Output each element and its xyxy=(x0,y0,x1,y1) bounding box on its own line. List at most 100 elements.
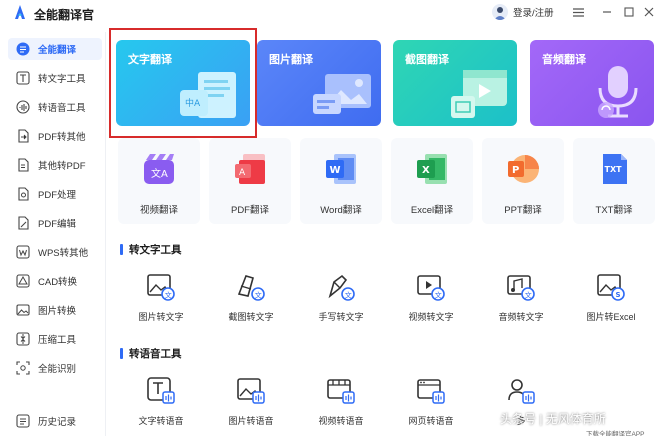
card-image-translate[interactable]: 图片翻译 xyxy=(257,40,381,126)
app-logo-icon xyxy=(15,5,25,19)
cad-icon xyxy=(16,274,30,288)
app-title: 全能翻译官 xyxy=(34,8,95,22)
tool-screenshot-to-text[interactable]: 文 截图转文字 xyxy=(210,272,290,332)
ppt-file-icon: P xyxy=(508,155,539,183)
svg-text:文: 文 xyxy=(435,291,442,300)
tool-label: 文字转语音 xyxy=(138,416,184,426)
login-area[interactable]: 登录/注册 xyxy=(492,4,554,20)
pdf-edit-icon xyxy=(16,216,30,230)
login-link[interactable]: 登录/注册 xyxy=(513,5,554,19)
sidebar-item-pdf-convert[interactable]: PDF转其他 xyxy=(8,125,102,147)
tile-ppt-translate[interactable]: P PPT翻译 xyxy=(482,138,564,224)
tool-handwriting-to-text[interactable]: 文 手写转文字 xyxy=(300,272,380,332)
card-label: 图片翻译 xyxy=(269,54,313,66)
sidebar-item-label: 转语音工具 xyxy=(38,103,86,114)
tile-excel-translate[interactable]: X Excel翻译 xyxy=(391,138,473,224)
pdf-convert-icon xyxy=(16,129,30,143)
close-icon[interactable] xyxy=(640,3,658,21)
tool-image-to-text[interactable]: 文 图片转文字 xyxy=(120,272,200,332)
sidebar-item-pdf-edit[interactable]: PDF编辑 xyxy=(8,212,102,234)
tool-image-to-excel[interactable]: S 图片转Excel xyxy=(570,272,650,332)
sidebar-item-label: 历史记录 xyxy=(38,417,77,428)
sidebar-item-history[interactable]: 历史记录 xyxy=(8,410,102,432)
sidebar-item-label: 全能翻译 xyxy=(38,45,77,56)
card-screenshot-translate[interactable]: 截图翻译 xyxy=(393,40,517,126)
sidebar-item-wps[interactable]: WPS转其他 xyxy=(8,241,102,263)
svg-text:TXT: TXT xyxy=(605,165,623,174)
svg-text:文: 文 xyxy=(525,291,532,300)
sidebar-item-cad[interactable]: CAD转换 xyxy=(8,270,102,292)
sidebar: 全能翻译 转文字工具 转语音工具 PDF转其他 其他转PDF PDF处理 PDF… xyxy=(0,32,106,436)
tile-txt-translate[interactable]: TXT TXT翻译 xyxy=(573,138,655,224)
tool-label: 图片转Excel xyxy=(586,312,636,322)
tile-label: Word翻译 xyxy=(320,205,362,216)
sidebar-item-label: 图片转换 xyxy=(38,306,77,317)
text-tool-icon xyxy=(16,71,30,85)
svg-text:文A: 文A xyxy=(151,167,168,180)
svg-text:文: 文 xyxy=(255,291,262,300)
maximize-icon[interactable] xyxy=(620,3,638,21)
svg-text:A: A xyxy=(239,168,246,178)
tool-webpage-to-voice[interactable]: 网页转语音 xyxy=(390,376,470,436)
menu-icon[interactable] xyxy=(569,3,587,21)
wps-icon xyxy=(16,245,30,259)
sidebar-item-compress[interactable]: 压缩工具 xyxy=(8,328,102,350)
video-to-text-icon: 文 xyxy=(417,275,445,301)
sidebar-item-label: 全能识别 xyxy=(38,364,77,375)
tile-word-translate[interactable]: W Word翻译 xyxy=(300,138,382,224)
tool-text-to-voice[interactable]: 文字转语音 xyxy=(120,376,200,436)
section-title-voice-tools: 转语音工具 xyxy=(120,346,182,361)
tool-label: 网页转语音 xyxy=(408,416,454,426)
card-audio-translate[interactable]: 音频翻译 xyxy=(530,40,654,126)
svg-text:文: 文 xyxy=(345,291,352,300)
tool-video-to-text[interactable]: 文 视频转文字 xyxy=(390,272,470,332)
tool-label: 视频转文字 xyxy=(408,312,454,322)
sidebar-item-label: 压缩工具 xyxy=(38,335,77,346)
video-translate-icon: 文A xyxy=(144,154,174,184)
picture-illustration-icon xyxy=(313,74,371,114)
voice-tool-icon xyxy=(16,100,30,114)
selection-highlight xyxy=(109,28,257,138)
handwriting-to-text-icon: 文 xyxy=(328,274,355,301)
tile-label: TXT翻译 xyxy=(595,205,633,216)
avatar[interactable] xyxy=(492,4,508,20)
svg-text:W: W xyxy=(330,165,341,176)
card-label: 截图翻译 xyxy=(405,54,449,66)
tool-audio-to-text[interactable]: 文 音频转文字 xyxy=(480,272,560,332)
tile-video-translate[interactable]: 文A 视频翻译 xyxy=(118,138,200,224)
section-label: 转语音工具 xyxy=(129,348,182,360)
tool-multi-voice[interactable]: 多 xyxy=(480,376,560,436)
sidebar-item-label: PDF处理 xyxy=(38,190,77,201)
minimize-icon[interactable] xyxy=(598,3,616,21)
sidebar-item-label: CAD转换 xyxy=(38,277,78,288)
tile-label: Excel翻译 xyxy=(410,205,454,216)
sidebar-item-translate[interactable]: 全能翻译 xyxy=(8,38,102,60)
word-file-icon: W xyxy=(326,154,356,184)
tool-label: 音频转文字 xyxy=(498,312,544,322)
sidebar-item-pdf-process[interactable]: PDF处理 xyxy=(8,183,102,205)
tool-image-to-voice[interactable]: 图片转语音 xyxy=(210,376,290,436)
sidebar-item-label: PDF转其他 xyxy=(38,132,86,143)
tool-label: 图片转语音 xyxy=(228,416,274,426)
webpage-to-voice-icon xyxy=(417,379,445,404)
compress-icon xyxy=(16,332,30,346)
sidebar-item-label: 转文字工具 xyxy=(38,74,86,85)
video-to-voice-icon xyxy=(327,379,355,404)
tool-video-to-voice[interactable]: 视频转语音 xyxy=(300,376,380,436)
svg-text:文: 文 xyxy=(165,291,172,300)
tile-label: PDF翻译 xyxy=(230,205,269,216)
tile-label: PPT翻译 xyxy=(504,205,542,216)
sidebar-item-text-tool[interactable]: 转文字工具 xyxy=(8,67,102,89)
microphone-illustration-icon xyxy=(598,66,638,118)
tool-label: 截图转文字 xyxy=(228,312,274,322)
sidebar-item-to-pdf[interactable]: 其他转PDF xyxy=(8,154,102,176)
tile-pdf-translate[interactable]: A PDF翻译 xyxy=(209,138,291,224)
tool-label: 图片转文字 xyxy=(138,312,184,322)
sidebar-item-recognize[interactable]: 全能识别 xyxy=(8,357,102,379)
sidebar-item-voice-tool[interactable]: 转语音工具 xyxy=(8,96,102,118)
excel-file-icon: X xyxy=(417,154,447,184)
history-icon xyxy=(16,414,30,428)
sidebar-item-image-convert[interactable]: 图片转换 xyxy=(8,299,102,321)
image-to-text-icon: 文 xyxy=(147,274,175,301)
watermark-text: 头条号 | 无风体育所 xyxy=(500,412,606,426)
